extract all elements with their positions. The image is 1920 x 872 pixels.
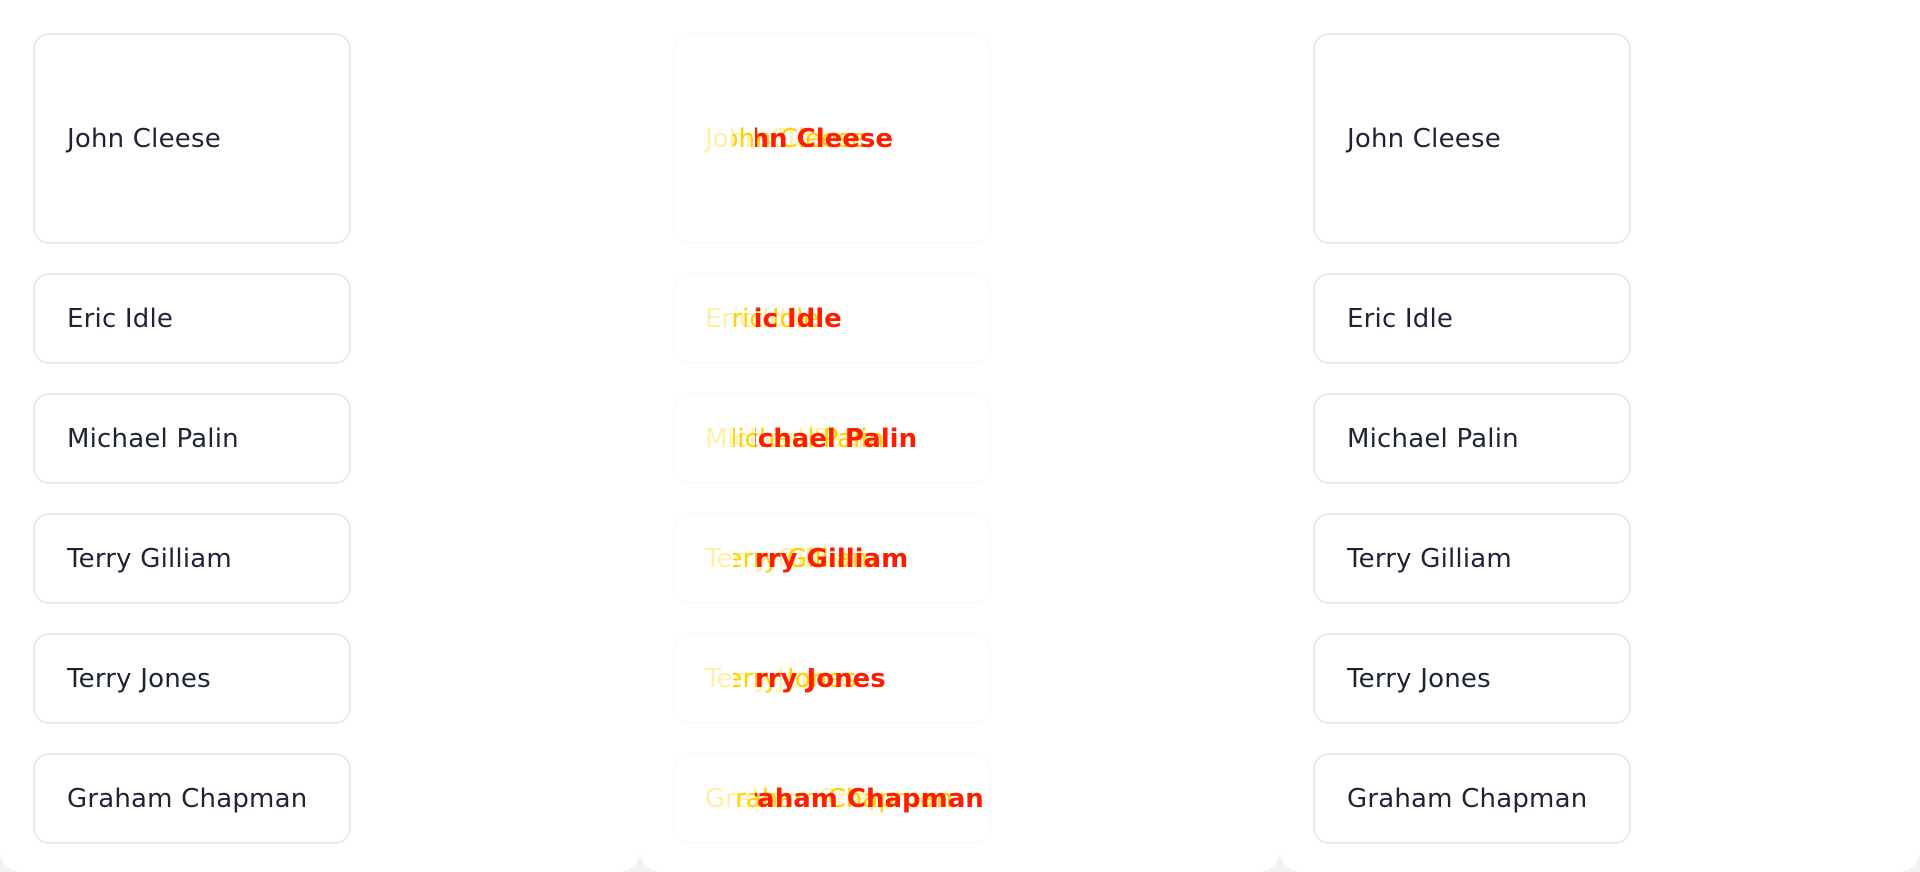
list-item-label: Graham Chapman [1347, 783, 1588, 814]
list-item-label: Terry Gilliam [67, 543, 232, 574]
list-item-label: Terry Jones [1347, 663, 1491, 694]
list-item-michael-palin[interactable]: Michael Palin [1313, 393, 1631, 484]
list-item-label: Eric Idle [1347, 303, 1454, 334]
list-item-terry-gilliam[interactable]: Terry Gilliam [33, 513, 351, 604]
stage: John Cleese Eric Idle Michael Palin Terr… [0, 0, 1920, 872]
list-item-eric-idle[interactable]: Eric Idle [1313, 273, 1631, 364]
list-item-label: John Cleese [1347, 123, 1501, 154]
list-item-label: Michael Palin [67, 423, 239, 454]
list-item-label: Michael Palin [1347, 423, 1519, 454]
list-item-graham-chapman[interactable]: Graham Chapman [1313, 753, 1631, 844]
list-item-terry-jones[interactable]: Terry Jones [33, 633, 351, 724]
list-item-eric-idle[interactable]: Eric Idle [33, 273, 351, 364]
list-item-john-cleese[interactable]: John Cleese [1313, 33, 1631, 244]
list-item-label: Terry Jones [67, 663, 211, 694]
right-panel: John Cleese Eric Idle Michael Palin Terr… [1280, 0, 1920, 872]
list-item-terry-jones[interactable]: Terry Jones [1313, 633, 1631, 724]
left-panel: John Cleese Eric Idle Michael Palin Terr… [0, 0, 640, 872]
list-item-label: John Cleese [67, 123, 221, 154]
list-item-michael-palin[interactable]: Michael Palin [33, 393, 351, 484]
list-item-label: Terry Gilliam [1347, 543, 1512, 574]
list-item-john-cleese[interactable]: John Cleese [33, 33, 351, 244]
list-item-label: Eric Idle [67, 303, 174, 334]
list-item-graham-chapman[interactable]: Graham Chapman [33, 753, 351, 844]
glitch-layer-red: Graham Chapman [723, 784, 984, 814]
list-item-terry-gilliam[interactable]: Terry Gilliam [1313, 513, 1631, 604]
list-item-label: Graham Chapman [67, 783, 308, 814]
